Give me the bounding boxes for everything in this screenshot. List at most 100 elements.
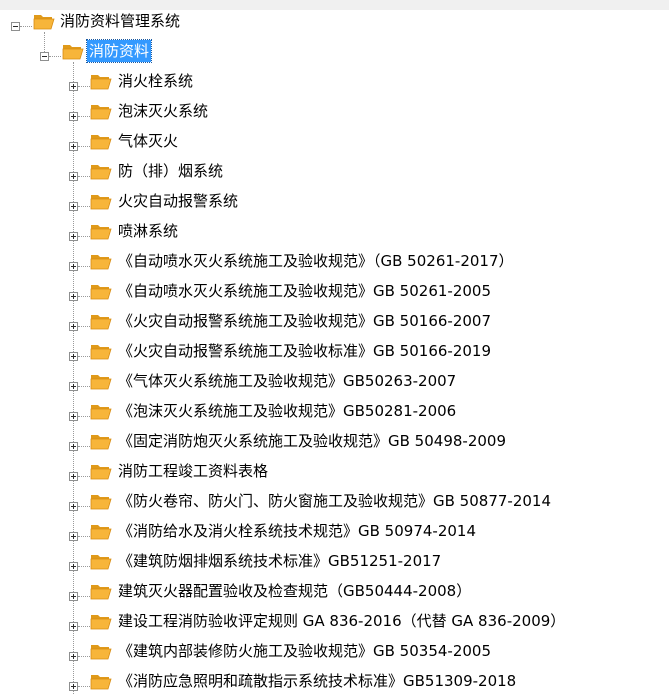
tree-node-label[interactable]: 《消防给水及消火栓系统技术规范》GB 50974-2014 bbox=[116, 520, 478, 542]
folder-icon bbox=[90, 405, 112, 420]
tree-node-label[interactable]: 《建筑内部装修防火施工及验收规范》GB 50354-2005 bbox=[116, 640, 493, 662]
tree-node-root[interactable]: 消防资料管理系统 bbox=[0, 6, 669, 36]
tree-node-selected[interactable]: 消防资料 bbox=[0, 36, 669, 66]
tree-node-child[interactable]: 《火灾自动报警系统施工及验收规范》GB 50166-2007 bbox=[0, 306, 669, 336]
tree-guide-line bbox=[78, 536, 90, 537]
expand-toggle-icon[interactable] bbox=[69, 142, 78, 151]
tree-node-child[interactable]: 消防工程竣工资料表格 bbox=[0, 456, 669, 486]
folder-icon bbox=[90, 345, 112, 360]
tree-guide-line bbox=[78, 626, 90, 627]
tree-node-child[interactable]: 《火灾自动报警系统施工及验收标准》GB 50166-2019 bbox=[0, 336, 669, 366]
folder-tree[interactable]: 消防资料管理系统 消防资料 消火栓系统泡沫灭火系统 气体灭火防（排）烟系统 火灾自动… bbox=[0, 0, 669, 694]
tree-node-child[interactable]: 消火栓系统 bbox=[0, 66, 669, 96]
tree-guide-line bbox=[78, 656, 90, 657]
tree-node-label[interactable]: 《固定消防炮灭火系统施工及验收规范》GB 50498-2009 bbox=[116, 430, 508, 452]
expand-toggle-icon[interactable] bbox=[69, 112, 78, 121]
tree-node-child[interactable]: 《消防应急照明和疏散指示系统技术标准》GB51309-2018 bbox=[0, 666, 669, 696]
tree-guide-line bbox=[20, 26, 32, 27]
tree-node-child[interactable]: 《固定消防炮灭火系统施工及验收规范》GB 50498-2009 bbox=[0, 426, 669, 456]
tree-node-label[interactable]: 《自动喷水灭火系统施工及验收规范》（GB 50261-2017） bbox=[116, 250, 516, 272]
tree-guide-line bbox=[78, 476, 90, 477]
folder-icon bbox=[90, 75, 112, 90]
expand-toggle-icon[interactable] bbox=[69, 502, 78, 511]
tree-node-label[interactable]: 火灾自动报警系统 bbox=[116, 190, 240, 212]
tree-node-child[interactable]: 《建筑内部装修防火施工及验收规范》GB 50354-2005 bbox=[0, 636, 669, 666]
tree-guide-line bbox=[78, 296, 90, 297]
tree-guide-line bbox=[78, 326, 90, 327]
tree-node-child[interactable]: 《泡沫灭火系统施工及验收规范》GB50281-2006 bbox=[0, 396, 669, 426]
tree-node-child[interactable]: 喷淋系统 bbox=[0, 216, 669, 246]
tree-node-child[interactable]: 《防火卷帘、防火门、防火窗施工及验收规范》GB 50877-2014 bbox=[0, 486, 669, 516]
tree-guide-line bbox=[78, 176, 90, 177]
expand-toggle-icon[interactable] bbox=[69, 442, 78, 451]
tree-node-child[interactable]: 防（排）烟系统 bbox=[0, 156, 669, 186]
tree-node-label[interactable]: 《消防应急照明和疏散指示系统技术标准》GB51309-2018 bbox=[116, 670, 518, 692]
tree-node-label[interactable]: 气体灭火 bbox=[116, 130, 180, 152]
tree-node-label[interactable]: 《防火卷帘、防火门、防火窗施工及验收规范》GB 50877-2014 bbox=[116, 490, 553, 512]
tree-node-label[interactable]: 《建筑防烟排烟系统技术标准》GB51251-2017 bbox=[116, 550, 443, 572]
tree-node-child[interactable]: 《建筑防烟排烟系统技术标准》GB51251-2017 bbox=[0, 546, 669, 576]
expand-toggle-icon[interactable] bbox=[69, 682, 78, 691]
folder-icon bbox=[90, 645, 112, 660]
tree-node-label[interactable]: 《火灾自动报警系统施工及验收标准》GB 50166-2019 bbox=[116, 340, 493, 362]
tree-node-label[interactable]: 《泡沫灭火系统施工及验收规范》GB50281-2006 bbox=[116, 400, 458, 422]
tree-node-label[interactable]: 建设工程消防验收评定规则 GA 836-2016（代替 GA 836-2009） bbox=[116, 610, 567, 632]
tree-node-child[interactable]: 《自动喷水灭火系统施工及验收规范》GB 50261-2005 bbox=[0, 276, 669, 306]
expand-toggle-icon[interactable] bbox=[69, 622, 78, 631]
expand-toggle-icon[interactable] bbox=[69, 292, 78, 301]
collapse-toggle-icon[interactable] bbox=[40, 52, 49, 61]
expand-toggle-icon[interactable] bbox=[69, 262, 78, 271]
tree-guide-line bbox=[78, 266, 90, 267]
tree-node-child[interactable]: 火灾自动报警系统 bbox=[0, 186, 669, 216]
folder-icon bbox=[90, 465, 112, 480]
expand-toggle-icon[interactable] bbox=[69, 592, 78, 601]
tree-node-label-selected[interactable]: 消防资料 bbox=[85, 39, 153, 63]
expand-toggle-icon[interactable] bbox=[69, 322, 78, 331]
tree-node-child[interactable]: 《气体灭火系统施工及验收规范》GB50263-2007 bbox=[0, 366, 669, 396]
folder-icon bbox=[90, 375, 112, 390]
folder-icon bbox=[90, 225, 112, 240]
tree-node-child[interactable]: 《消防给水及消火栓系统技术规范》GB 50974-2014 bbox=[0, 516, 669, 546]
collapse-toggle-icon[interactable] bbox=[11, 22, 20, 31]
tree-node-label[interactable]: 《自动喷水灭火系统施工及验收规范》GB 50261-2005 bbox=[116, 280, 493, 302]
expand-toggle-icon[interactable] bbox=[69, 472, 78, 481]
tree-node-label[interactable]: 《气体灭火系统施工及验收规范》GB50263-2007 bbox=[116, 370, 458, 392]
tree-node-label[interactable]: 消防资料管理系统 bbox=[58, 10, 182, 32]
expand-toggle-icon[interactable] bbox=[69, 532, 78, 541]
tree-node-label[interactable]: 防（排）烟系统 bbox=[116, 160, 225, 182]
tree-guide-line bbox=[78, 206, 90, 207]
tree-guide-line bbox=[78, 146, 90, 147]
tree-guide-line bbox=[78, 416, 90, 417]
tree-guide-line bbox=[78, 386, 90, 387]
expand-toggle-icon[interactable] bbox=[69, 352, 78, 361]
tree-node-child[interactable]: 建设工程消防验收评定规则 GA 836-2016（代替 GA 836-2009） bbox=[0, 606, 669, 636]
expand-toggle-icon[interactable] bbox=[69, 562, 78, 571]
tree-node-label[interactable]: 泡沫灭火系统 bbox=[116, 100, 210, 122]
folder-icon bbox=[90, 255, 112, 270]
expand-toggle-icon[interactable] bbox=[69, 232, 78, 241]
expand-toggle-icon[interactable] bbox=[69, 172, 78, 181]
tree-node-child[interactable]: 《自动喷水灭火系统施工及验收规范》（GB 50261-2017） bbox=[0, 246, 669, 276]
folder-icon bbox=[90, 285, 112, 300]
expand-toggle-icon[interactable] bbox=[69, 202, 78, 211]
expand-toggle-icon[interactable] bbox=[69, 652, 78, 661]
folder-icon bbox=[90, 105, 112, 120]
expand-toggle-icon[interactable] bbox=[69, 412, 78, 421]
tree-node-label[interactable]: 消防工程竣工资料表格 bbox=[116, 460, 270, 482]
folder-open-icon bbox=[33, 15, 55, 30]
tree-guide-line bbox=[78, 566, 90, 567]
tree-node-child[interactable]: 气体灭火 bbox=[0, 126, 669, 156]
tree-guide-line bbox=[78, 86, 90, 87]
tree-node-child[interactable]: 泡沫灭火系统 bbox=[0, 96, 669, 126]
folder-icon bbox=[90, 585, 112, 600]
tree-node-label[interactable]: 建筑灭火器配置验收及检查规范（GB50444-2008） bbox=[116, 580, 473, 602]
folder-icon bbox=[90, 195, 112, 210]
expand-toggle-icon[interactable] bbox=[69, 382, 78, 391]
folder-icon bbox=[90, 165, 112, 180]
tree-node-child[interactable]: 建筑灭火器配置验收及检查规范（GB50444-2008） bbox=[0, 576, 669, 606]
tree-guide-line bbox=[78, 506, 90, 507]
expand-toggle-icon[interactable] bbox=[69, 82, 78, 91]
tree-node-label[interactable]: 《火灾自动报警系统施工及验收规范》GB 50166-2007 bbox=[116, 310, 493, 332]
tree-node-label[interactable]: 消火栓系统 bbox=[116, 70, 195, 92]
tree-node-label[interactable]: 喷淋系统 bbox=[116, 220, 180, 242]
